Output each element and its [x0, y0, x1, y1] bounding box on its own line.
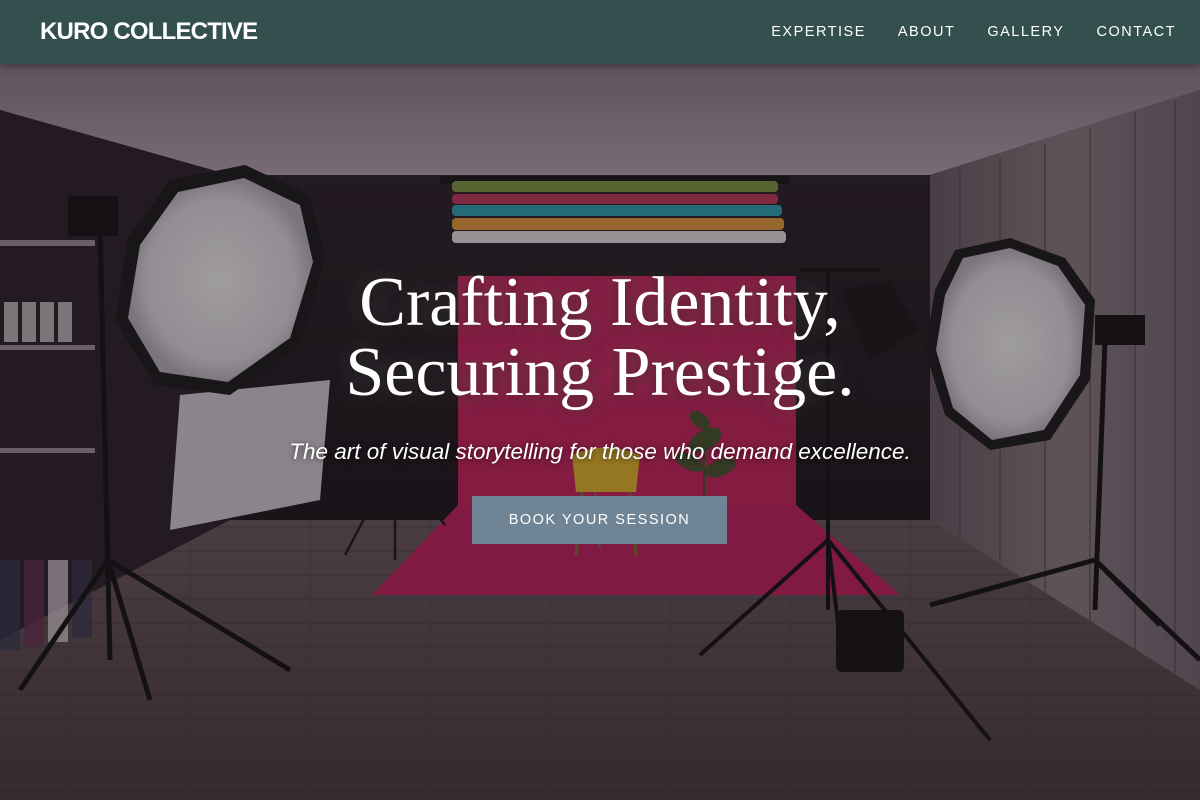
hero-title-line-1: Crafting Identity, — [359, 264, 841, 341]
hero-section: Crafting Identity, Securing Prestige. Th… — [0, 64, 1200, 800]
nav-item-gallery[interactable]: GALLERY — [987, 22, 1064, 42]
landing-page: KURO COLLECTIVE EXPERTISE ABOUT GALLERY … — [0, 0, 1200, 800]
hero-title-line-2: Securing Prestige. — [345, 334, 855, 411]
book-session-button[interactable]: BOOK YOUR SESSION — [472, 496, 727, 544]
main-nav: EXPERTISE ABOUT GALLERY CONTACT — [771, 0, 1176, 64]
hero-title: Crafting Identity, Securing Prestige. — [0, 268, 1200, 408]
nav-item-expertise[interactable]: EXPERTISE — [771, 22, 866, 42]
site-header: KURO COLLECTIVE EXPERTISE ABOUT GALLERY … — [0, 0, 1200, 64]
nav-item-about[interactable]: ABOUT — [898, 22, 955, 42]
brand-logo[interactable]: KURO COLLECTIVE — [40, 17, 258, 47]
nav-item-contact[interactable]: CONTACT — [1096, 22, 1176, 42]
hero-subtitle: The art of visual storytelling for those… — [289, 439, 911, 464]
